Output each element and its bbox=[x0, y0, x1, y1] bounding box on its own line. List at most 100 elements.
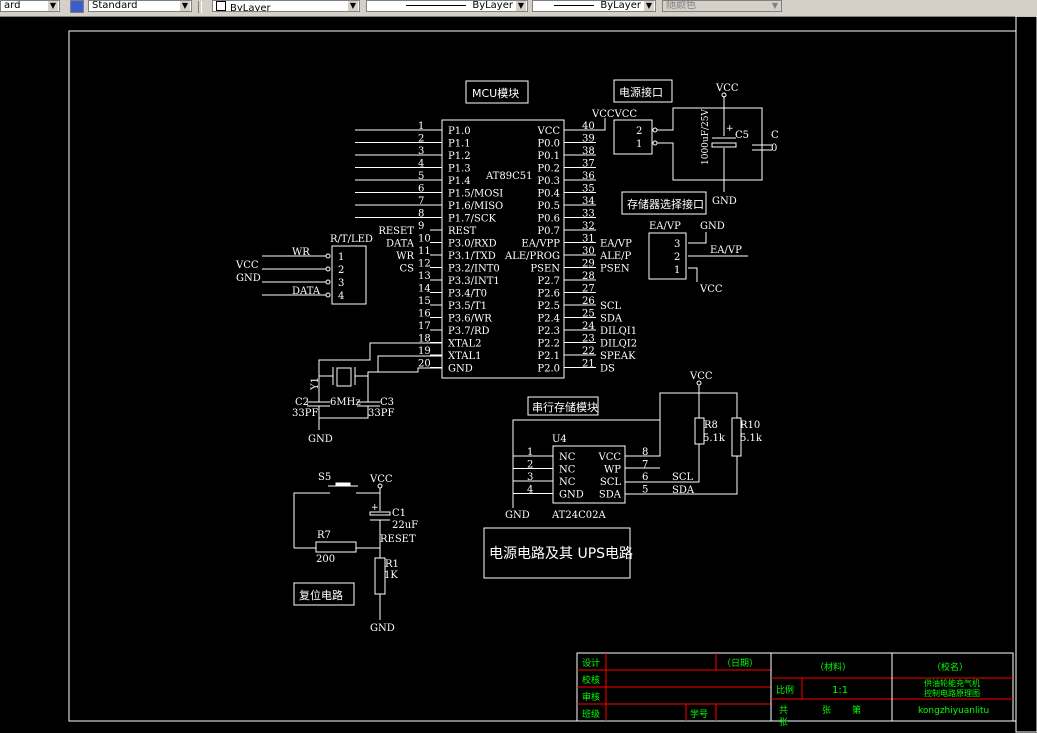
linetype-preview bbox=[406, 4, 467, 6]
eeprom-gnd-label: GND bbox=[505, 510, 530, 521]
mcu-left-pin-number: 1 bbox=[418, 121, 424, 132]
eeprom-right-pin-number: 6 bbox=[642, 472, 648, 483]
mcu-right-pin-signal: PSEN bbox=[600, 264, 630, 275]
rtled-title: R/T/LED bbox=[330, 234, 373, 245]
mcu-left-pin-name: P3.2/INT0 bbox=[448, 264, 500, 275]
properties-toolbar: ard ▼ Standard ▼ ByLayer ▼ ByLayer ▼ ByLayer… bbox=[0, 0, 1037, 17]
tb-class: 班级 bbox=[582, 708, 600, 720]
mcu-right-pin-signal: ALE/P bbox=[599, 251, 632, 262]
mcu-right-pin-name: P2.1 bbox=[537, 351, 560, 362]
r1-value: 1K bbox=[384, 570, 398, 581]
chevron-down-icon[interactable]: ▼ bbox=[644, 1, 654, 11]
eeprom-right-pin-name: SCL bbox=[600, 477, 622, 488]
mcu-right-pin-number: 32 bbox=[582, 221, 595, 232]
mcu-right-pin-name: P0.6 bbox=[537, 214, 560, 225]
tb-page: 第 bbox=[852, 704, 861, 716]
drawing-canvas[interactable]: MCU模块 AT89C51 1 P1.0 2 P1.1 3 P1.2 4 P1.3 5 P1.4 6… bbox=[0, 16, 1037, 733]
mcu-left-pin-number: 6 bbox=[418, 184, 424, 195]
mcu-left-pin-number: 3 bbox=[418, 146, 424, 157]
mcu-left-pin-name: GND bbox=[448, 364, 473, 375]
rtled-pin-dot bbox=[325, 266, 331, 272]
mcu-left-pin-name: P3.4/T0 bbox=[448, 289, 487, 300]
mcu-right-pin-signal: DS bbox=[600, 364, 615, 375]
mcu-left-pin-number: 17 bbox=[418, 321, 431, 332]
viewport-edge bbox=[1015, 16, 1037, 733]
eeprom-left-pin-number: 3 bbox=[527, 472, 533, 483]
mcu-left-pin-number: 8 bbox=[418, 209, 424, 220]
mcu-right-pin-number: 26 bbox=[582, 296, 595, 307]
linetype-value: ByLayer bbox=[472, 0, 513, 11]
r8-label: R8 bbox=[704, 420, 718, 431]
dim-style-icon[interactable] bbox=[70, 0, 84, 13]
plot-style-value: 随颜色 bbox=[666, 0, 696, 11]
eeprom-scl-label: SCL bbox=[672, 472, 694, 483]
mcu-right-pin-name: P0.3 bbox=[537, 176, 560, 187]
eeprom-left-pin-name: GND bbox=[559, 490, 584, 501]
mcu-left-pin-name: P1.3 bbox=[448, 164, 471, 175]
mcu-left-pin-name: P1.0 bbox=[448, 126, 471, 137]
chevron-down-icon[interactable]: ▼ bbox=[180, 1, 190, 11]
rtled-pin-number: 2 bbox=[338, 265, 344, 276]
eeprom-u4: U4 bbox=[552, 434, 567, 445]
toolbar-separator bbox=[198, 1, 202, 13]
mcu-right-pin-name: P0.7 bbox=[537, 226, 560, 237]
tb-scale-label: 比例 bbox=[776, 684, 794, 696]
color-select[interactable]: ByLayer ▼ bbox=[212, 0, 360, 12]
dim-style-select[interactable]: Standard ▼ bbox=[88, 0, 192, 12]
reset-label: RESET bbox=[380, 534, 416, 545]
c2-label: C2 bbox=[295, 397, 309, 408]
mcu-left-pin-name: XTAL1 bbox=[448, 351, 481, 362]
lineweight-preview bbox=[554, 4, 595, 6]
mcu-left-pin-name: P3.1/TXD bbox=[448, 251, 496, 262]
mcu-right-pin-name: VCC bbox=[536, 126, 560, 137]
mcu-left-pin-number: 7 bbox=[418, 196, 424, 207]
mcu-left-pin-name: P1.5/MOSI bbox=[448, 189, 503, 200]
text-style-select[interactable]: ard ▼ bbox=[0, 0, 60, 12]
mcu-right-pin-number: 22 bbox=[582, 346, 595, 357]
chevron-down-icon[interactable]: ▼ bbox=[516, 1, 526, 11]
c3-label: C3 bbox=[380, 397, 394, 408]
mcu-left-pin-number: 9 bbox=[418, 221, 424, 232]
eeprom-right-pin-name: WP bbox=[604, 465, 621, 476]
text-style-value: ard bbox=[4, 0, 21, 11]
mcu-right-pin-name: EA/VPP bbox=[521, 239, 560, 250]
mcu-right-pin-number: 23 bbox=[582, 334, 595, 345]
mcu-right-pin-number: 25 bbox=[582, 309, 595, 320]
power-pin2-dot bbox=[652, 127, 658, 133]
tb-student-no: 学号 bbox=[690, 708, 708, 720]
r7-body bbox=[315, 541, 357, 553]
mcu-right-pin-number: 31 bbox=[582, 234, 595, 245]
chevron-down-icon[interactable]: ▼ bbox=[48, 1, 58, 11]
mcu-left-pin-number: 11 bbox=[418, 246, 431, 257]
lineweight-select[interactable]: ByLayer ▼ bbox=[532, 0, 656, 12]
power-pin1-dot bbox=[652, 140, 658, 146]
mcu-left-pin-signal: WR bbox=[396, 251, 414, 262]
c5-label: C5 bbox=[735, 130, 749, 141]
linetype-select[interactable]: ByLayer ▼ bbox=[366, 0, 528, 12]
rtled-pin-number: 4 bbox=[338, 291, 344, 302]
crystal-body bbox=[336, 367, 352, 387]
mcu-module-label: MCU模块 bbox=[472, 87, 519, 100]
rtled-pin-dot bbox=[325, 279, 331, 285]
mcu-left-pin-number: 5 bbox=[418, 171, 424, 182]
s5-button bbox=[335, 482, 351, 487]
mcu-right-pin-name: P2.7 bbox=[537, 276, 560, 287]
mcu-right-pin-number: 27 bbox=[582, 284, 595, 295]
mcu-right-pin-name: P0.1 bbox=[537, 151, 560, 162]
eeprom-left-pin-name: NC bbox=[559, 477, 576, 488]
mcu-left-pin-name: P1.6/MISO bbox=[448, 201, 503, 212]
storage-select-label: 存储器选择接口 bbox=[627, 197, 704, 211]
r1-label: R1 bbox=[385, 559, 399, 570]
rtled-signal: WR bbox=[292, 247, 310, 258]
mcu-left-pin-name: P3.0/RXD bbox=[448, 239, 497, 250]
eeprom-left-pin-name: NC bbox=[559, 465, 576, 476]
tb-drawing-title-2: 控制电路原理图 bbox=[924, 688, 980, 698]
crystal-freq: 6MHz bbox=[330, 397, 361, 408]
lineweight-value: ByLayer bbox=[600, 0, 641, 11]
mcu-right-pin-number: 37 bbox=[582, 159, 595, 170]
tb-scale: 1:1 bbox=[832, 685, 848, 696]
mcu-right-pin-name: P2.0 bbox=[537, 364, 560, 375]
chevron-down-icon[interactable]: ▼ bbox=[348, 1, 358, 11]
mcu-right-pin-number: 39 bbox=[582, 134, 595, 145]
mcu-right-pin-signal: SCL bbox=[600, 301, 622, 312]
